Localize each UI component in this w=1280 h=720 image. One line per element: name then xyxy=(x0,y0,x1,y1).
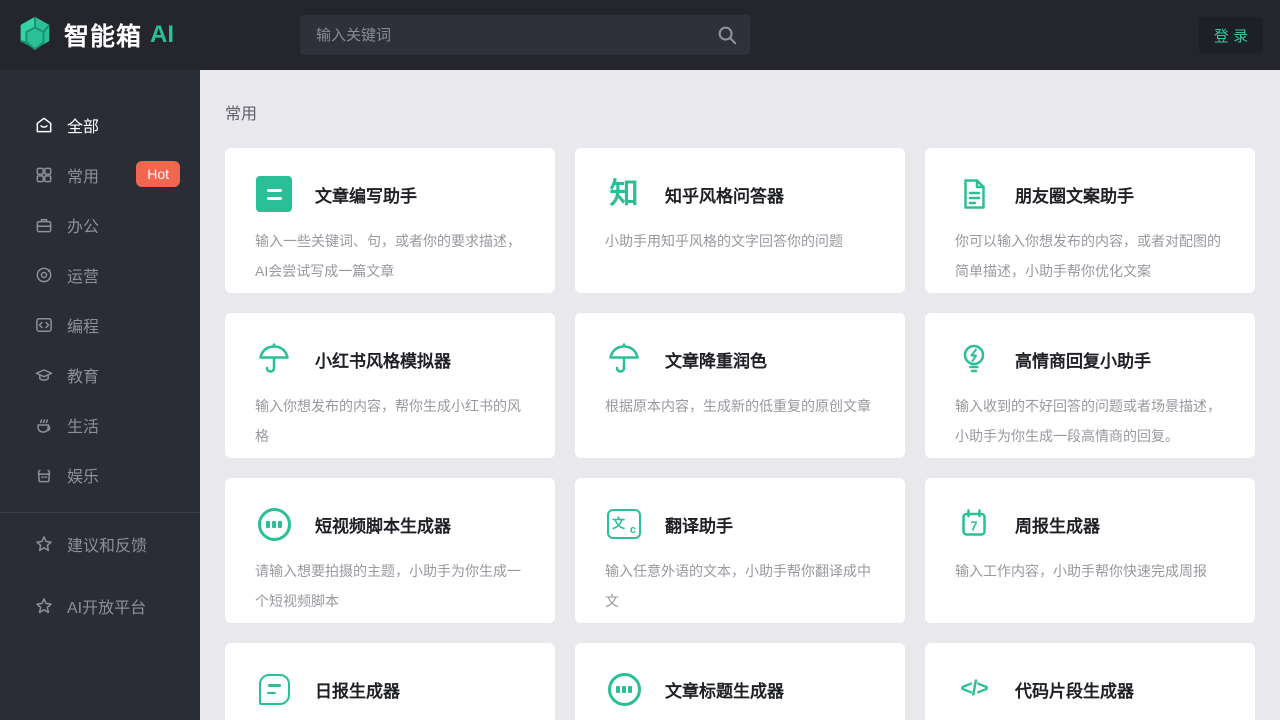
card-description: 输入工作内容，小助手帮你快速完成周报 xyxy=(955,563,1207,579)
translate-icon: 文c xyxy=(605,505,643,543)
app-title-suffix: AI xyxy=(150,21,175,48)
card-title: 翻译助手 xyxy=(665,516,733,536)
sidebar-item-open-platform[interactable]: AI开放平台 xyxy=(0,575,200,637)
umbrella-icon xyxy=(255,340,293,378)
app-title: 智能箱 xyxy=(64,23,143,51)
svg-text:7: 7 xyxy=(970,519,977,534)
sidebar-item-label: 生活 xyxy=(67,419,100,436)
card-eq-reply[interactable]: 高情商回复小助手 输入收到的不好回答的问题或者场景描述，小助手为你生成一段高情商… xyxy=(925,313,1255,458)
card-daily-report[interactable]: 日报生成器 输入工作内容，小助手帮你快速完成日报 xyxy=(225,643,555,720)
sidebar-item-label: 全部 xyxy=(67,119,100,136)
card-article-rewrite[interactable]: 文章降重润色 根据原本内容，生成新的低重复的原创文章 xyxy=(575,313,905,458)
game-icon xyxy=(34,465,54,485)
sidebar-footer: 建议和反馈 AI开放平台 xyxy=(0,513,200,637)
search-box xyxy=(300,15,750,55)
code-icon: </> xyxy=(960,677,988,700)
bulb-bolt-icon xyxy=(955,340,993,378)
sidebar-item-label: 编程 xyxy=(67,319,100,336)
card-description: 输入收到的不好回答的问题或者场景描述，小助手为你生成一段高情商的回复。 xyxy=(955,398,1221,444)
card-xiaohongshu-style[interactable]: 小红书风格模拟器 输入你想发布的内容，帮你生成小红书的风格 xyxy=(225,313,555,458)
sidebar-item-label: AI开放平台 xyxy=(67,600,147,617)
section-title: 常用 xyxy=(225,106,258,123)
card-article-title-generator[interactable]: 文章标题生成器 请输入需要起标题的文案,小助手为你生成五个 xyxy=(575,643,905,720)
card-description: 输入你想发布的内容，帮你生成小红书的风格 xyxy=(255,398,521,444)
main-content: 常用 文章编写助手 输入一些关键词、句，或者你的要求描述，AI会尝试写成一篇文章… xyxy=(200,70,1280,720)
topbar: 智能箱 AI 登 录 xyxy=(0,0,1280,70)
code-icon xyxy=(34,315,54,335)
card-grid: 文章编写助手 输入一些关键词、句，或者你的要求描述，AI会尝试写成一篇文章 知 … xyxy=(225,148,1255,720)
circle-badge-icon xyxy=(605,670,643,708)
sidebar-item-label: 常用 xyxy=(67,169,100,186)
sidebar-item-label: 办公 xyxy=(67,219,100,236)
sidebar-item-label: 娱乐 xyxy=(67,469,100,486)
card-title: 文章编写助手 xyxy=(315,186,417,206)
document-icon xyxy=(955,175,993,213)
zhihu-icon: 知 xyxy=(609,177,639,210)
home-icon xyxy=(34,115,54,135)
star-icon xyxy=(34,596,54,616)
card-title: 朋友圈文案助手 xyxy=(1015,186,1134,206)
calendar-icon: 7 xyxy=(955,505,993,543)
card-title: 文章降重润色 xyxy=(665,351,767,371)
operations-icon xyxy=(34,265,54,285)
card-title: 日报生成器 xyxy=(315,681,400,701)
sidebar-item-entertainment[interactable]: 娱乐 xyxy=(0,450,200,500)
card-description: 请输入想要拍摄的主题，小助手为你生成一个短视频脚本 xyxy=(255,563,521,609)
card-description: 你可以输入你想发布的内容，或者对配图的简单描述，小助手帮你优化文案 xyxy=(955,233,1221,279)
leaf-note-icon xyxy=(255,670,293,708)
card-zhihu-qa[interactable]: 知 知乎风格问答器 小助手用知乎风格的文字回答你的问题 xyxy=(575,148,905,293)
grid-icon xyxy=(34,165,54,185)
sidebar-item-all[interactable]: 全部 xyxy=(0,100,200,150)
card-code-snippet-generator[interactable]: </> 代码片段生成器 描述你想要的功能，输出一个代码片段 xyxy=(925,643,1255,720)
card-title: 代码片段生成器 xyxy=(1015,681,1134,701)
card-title: 小红书风格模拟器 xyxy=(315,351,451,371)
sidebar-item-label: 教育 xyxy=(67,369,100,386)
briefcase-icon xyxy=(34,215,54,235)
card-title: 周报生成器 xyxy=(1015,516,1100,536)
sidebar-item-life[interactable]: 生活 xyxy=(0,400,200,450)
card-moments-copy[interactable]: 朋友圈文案助手 你可以输入你想发布的内容，或者对配图的简单描述，小助手帮你优化文… xyxy=(925,148,1255,293)
hot-badge: Hot xyxy=(136,161,180,187)
card-title: 短视频脚本生成器 xyxy=(315,516,451,536)
search-icon[interactable] xyxy=(716,24,738,46)
sidebar-item-common[interactable]: 常用 Hot xyxy=(0,150,200,200)
coffee-icon xyxy=(34,415,54,435)
card-title: 知乎风格问答器 xyxy=(665,186,784,206)
align-lines-icon xyxy=(255,175,293,213)
card-title: 文章标题生成器 xyxy=(665,681,784,701)
card-description: 小助手用知乎风格的文字回答你的问题 xyxy=(605,233,843,249)
star-icon xyxy=(34,534,54,554)
card-title: 高情商回复小助手 xyxy=(1015,351,1151,371)
card-description: 根据原本内容，生成新的低重复的原创文章 xyxy=(605,398,871,414)
sidebar-item-label: 建议和反馈 xyxy=(67,538,148,555)
circle-badge-icon xyxy=(255,505,293,543)
sidebar-item-programming[interactable]: 编程 xyxy=(0,300,200,350)
card-article-writer[interactable]: 文章编写助手 输入一些关键词、句，或者你的要求描述，AI会尝试写成一篇文章 xyxy=(225,148,555,293)
umbrella-icon xyxy=(605,340,643,378)
sidebar-item-operations[interactable]: 运营 xyxy=(0,250,200,300)
card-description: 输入任意外语的文本，小助手帮你翻译成中文 xyxy=(605,563,871,609)
login-button[interactable]: 登 录 xyxy=(1199,17,1263,53)
card-description: 输入一些关键词、句，或者你的要求描述，AI会尝试写成一篇文章 xyxy=(255,233,521,279)
graduation-cap-icon xyxy=(34,365,54,385)
sidebar-item-office[interactable]: 办公 xyxy=(0,200,200,250)
sidebar-item-feedback[interactable]: 建议和反馈 xyxy=(0,513,200,575)
card-translator[interactable]: 文c 翻译助手 输入任意外语的文本，小助手帮你翻译成中文 xyxy=(575,478,905,623)
sidebar-item-education[interactable]: 教育 xyxy=(0,350,200,400)
card-short-video-script[interactable]: 短视频脚本生成器 请输入想要拍摄的主题，小助手为你生成一个短视频脚本 xyxy=(225,478,555,623)
cube-logo-icon xyxy=(16,14,54,57)
search-input[interactable] xyxy=(316,26,716,44)
sidebar-item-label: 运营 xyxy=(67,269,100,286)
sidebar: 全部 常用 Hot 办公 运营 编程 教育 生活 娱乐 建议和反馈 AI开放平台 xyxy=(0,70,200,720)
sidebar-nav: 全部 常用 Hot 办公 运营 编程 教育 生活 娱乐 xyxy=(0,70,200,500)
card-weekly-report[interactable]: 7 周报生成器 输入工作内容，小助手帮你快速完成周报 xyxy=(925,478,1255,623)
app-logo[interactable]: 智能箱 AI xyxy=(0,14,200,57)
